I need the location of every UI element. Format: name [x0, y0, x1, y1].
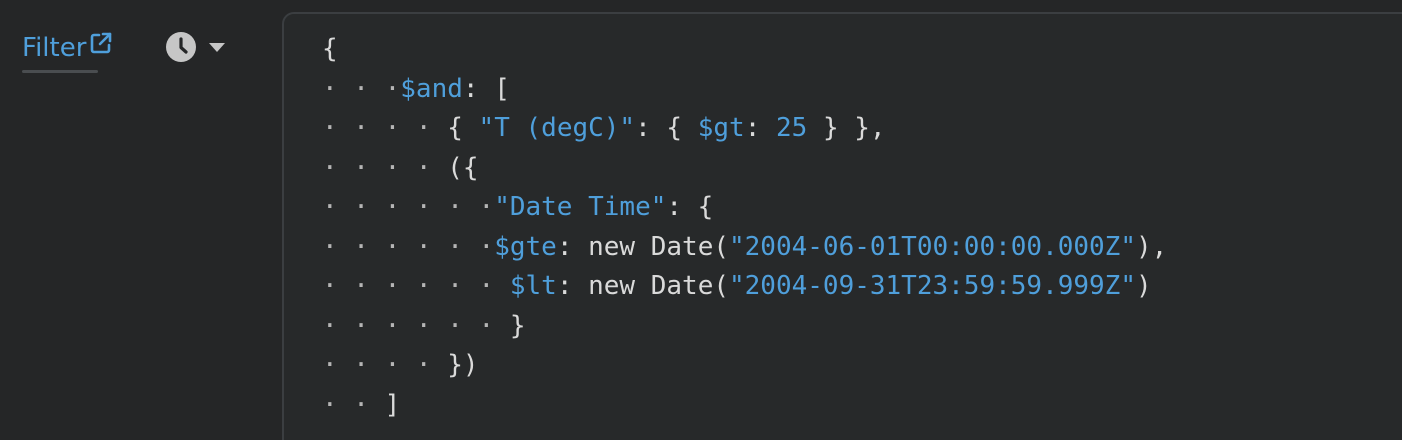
code-token: {: [322, 34, 338, 64]
code-token: "T (degC)": [478, 113, 636, 143]
code-token: } },: [807, 113, 886, 143]
code-line: · · · · }): [322, 346, 1167, 386]
code-token: }: [509, 310, 526, 341]
filter-label: Filter: [22, 33, 87, 63]
code-line: · · ·$and: [: [322, 70, 1167, 110]
code-token: ),: [1136, 231, 1168, 262]
clock-icon: [166, 32, 196, 62]
indent-guide: · · · ·: [322, 350, 448, 380]
code-token: : [: [462, 73, 510, 104]
code-token: : new Date(: [556, 271, 729, 301]
indent-guide: · · · · · ·: [322, 192, 495, 222]
code-token: $gt: [697, 113, 745, 143]
code-line: · · · · · · $lt: new Date("2004-09-31T23…: [322, 267, 1167, 307]
query-code: {· · ·$and: [· · · · { "T (degC)": { $gt…: [322, 30, 1167, 425]
code-token: "2004-09-31T23:59:59.999Z": [729, 271, 1136, 301]
code-token: $gte: [494, 231, 557, 262]
code-line: · · ]: [322, 386, 1167, 426]
code-line: · · · · · ·$gte: new Date("2004-06-01T00…: [322, 228, 1167, 268]
filter-label-underline: [22, 70, 98, 73]
code-token: :: [744, 113, 776, 143]
indent-guide: · · · ·: [322, 113, 448, 143]
code-line: · · · · ({: [322, 149, 1167, 189]
filter-docs-link[interactable]: Filter: [22, 30, 113, 66]
caret-down-icon: [209, 43, 225, 52]
code-token: "Date Time": [494, 192, 667, 222]
filter-bar: Filter {· · ·$and: [· · · · { "T (degC)"…: [0, 0, 1402, 440]
code-token: : {: [666, 192, 714, 222]
code-token: $lt: [509, 271, 557, 301]
code-line: · · · · · ·"Date Time": {: [322, 188, 1167, 228]
code-line: · · · · { "T (degC)": { $gt: 25 } },: [322, 109, 1167, 149]
code-token: ({: [447, 152, 479, 183]
code-token: }): [447, 350, 479, 380]
code-token: ]: [384, 389, 401, 420]
code-line: · · · · · · }: [322, 307, 1167, 347]
indent-guide: · ·: [322, 389, 385, 420]
code-token: $and: [400, 73, 463, 104]
code-token: 25: [776, 113, 808, 143]
external-link-icon: [91, 32, 112, 54]
indent-guide: · · · · · ·: [322, 271, 510, 301]
indent-guide: · · ·: [322, 73, 401, 104]
indent-guide: · · · · · ·: [322, 310, 510, 341]
code-token: : new Date(: [556, 231, 729, 262]
code-token: ): [1136, 271, 1152, 301]
indent-guide: · · · · · ·: [322, 231, 495, 262]
code-token: {: [447, 113, 479, 143]
query-history-button[interactable]: [165, 31, 227, 63]
code-token: : {: [635, 113, 698, 143]
code-line: {: [322, 30, 1167, 70]
indent-guide: · · · ·: [322, 152, 448, 183]
code-token: "2004-06-01T00:00:00.000Z": [729, 231, 1136, 262]
